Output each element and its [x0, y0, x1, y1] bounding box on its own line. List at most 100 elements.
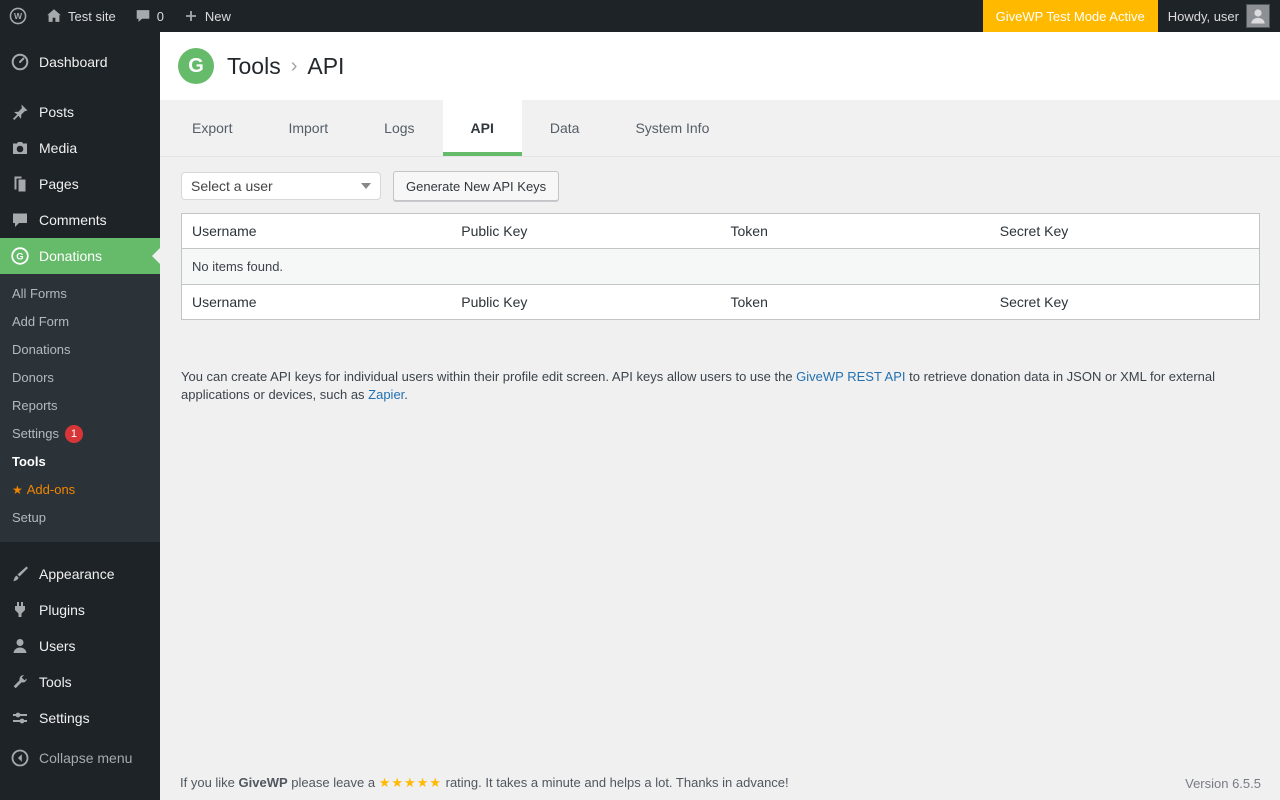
tab-export[interactable]: Export: [164, 100, 260, 156]
avatar: [1246, 4, 1270, 28]
sidebar-item-users[interactable]: Users: [0, 628, 160, 664]
sidebar-item-settings[interactable]: Settings: [0, 700, 160, 736]
sidebar-item-plugins[interactable]: Plugins: [0, 592, 160, 628]
pages-icon: [14, 176, 26, 192]
generate-api-keys-button[interactable]: Generate New API Keys: [393, 171, 560, 201]
submenu-item-label: Setup: [12, 510, 46, 525]
table-empty-row: No items found.: [182, 249, 1259, 284]
tab-label: Logs: [384, 120, 415, 136]
appearance-icon: [13, 566, 28, 582]
plus-icon: [185, 11, 196, 21]
page-header: G Tools › API: [160, 32, 1280, 100]
media-icon: [13, 142, 27, 154]
main-content: G Tools › API Export Import Logs API Dat…: [160, 32, 1280, 800]
submenu-item-donors[interactable]: Donors: [0, 364, 160, 392]
column-header-public-key: Public Key: [461, 294, 528, 310]
site-name-label: Test site: [68, 8, 116, 24]
collapse-menu-label: Collapse menu: [39, 750, 133, 766]
sidebar-item-media[interactable]: Media: [0, 130, 160, 166]
sidebar-item-label: Settings: [39, 710, 90, 726]
column-header-secret-key: Secret Key: [999, 223, 1069, 239]
tab-system-info[interactable]: System Info: [607, 100, 737, 156]
sidebar-item-posts[interactable]: Posts: [0, 94, 160, 130]
api-description: You can create API keys for individual u…: [181, 368, 1221, 404]
select-user-dropdown[interactable]: Select a user: [181, 172, 381, 200]
tab-data[interactable]: Data: [522, 100, 608, 156]
svg-text:W: W: [14, 11, 23, 21]
comments-menu[interactable]: 0: [125, 0, 173, 32]
submenu-item-reports[interactable]: Reports: [0, 392, 160, 420]
new-menu[interactable]: New: [173, 0, 240, 32]
column-header-username: Username: [192, 294, 257, 310]
menu-separator: [0, 80, 160, 94]
submenu-item-label: Donations: [12, 342, 71, 357]
submenu-item-setup[interactable]: Setup: [0, 504, 160, 532]
tab-import[interactable]: Import: [260, 100, 356, 156]
breadcrumb: Tools › API: [227, 53, 344, 80]
sidebar-item-pages[interactable]: Pages: [0, 166, 160, 202]
tab-api[interactable]: API: [442, 100, 522, 156]
chevron-down-icon: [361, 183, 371, 189]
api-keys-table: Username Public Key Token Secret Key No …: [181, 213, 1260, 320]
submenu-item-label: Tools: [12, 454, 46, 469]
tab-label: Import: [288, 120, 329, 136]
zapier-link[interactable]: Zapier: [368, 387, 404, 402]
sidebar-item-label: Donations: [39, 248, 103, 264]
dashboard-icon: [11, 53, 29, 71]
sidebar-item-dashboard[interactable]: Dashboard: [0, 44, 160, 80]
users-icon: [13, 639, 27, 653]
screen: W Test site 0 New GiveWP Test Mode Activ…: [0, 0, 1280, 800]
admin-bar: W Test site 0 New GiveWP Test Mode Activ…: [0, 0, 1280, 32]
submenu-item-all-forms[interactable]: All Forms: [0, 280, 160, 308]
table-header-row: Username Public Key Token Secret Key: [182, 214, 1259, 249]
column-header-token: Token: [730, 223, 768, 239]
select-user-value: Select a user: [191, 178, 273, 194]
site-name-menu[interactable]: Test site: [36, 0, 125, 32]
submenu-item-label: Donors: [12, 370, 54, 385]
footer-text: rating. It takes a minute and helps a lo…: [442, 775, 789, 790]
submenu-item-label: Reports: [12, 398, 58, 413]
api-toolbar: Select a user Generate New API Keys: [181, 171, 1260, 201]
submenu-item-label: All Forms: [12, 286, 67, 301]
column-header-username: Username: [192, 223, 257, 239]
star-icon: ★: [12, 483, 23, 497]
submenu-item-tools[interactable]: Tools: [0, 448, 160, 476]
plugins-icon: [15, 602, 25, 617]
submenu-item-donations[interactable]: Donations: [0, 336, 160, 364]
admin-menu: Dashboard Posts Media Pages Comments G D…: [0, 32, 160, 776]
givewp-icon: G: [11, 247, 29, 265]
tab-label: Export: [192, 120, 233, 136]
table-footer-row: Username Public Key Token Secret Key: [182, 284, 1259, 319]
sidebar-item-appearance[interactable]: Appearance: [0, 556, 160, 592]
submenu-item-addons[interactable]: ★ Add-ons: [0, 476, 160, 504]
sidebar-item-comments[interactable]: Comments: [0, 202, 160, 238]
tools-tab-bar: Export Import Logs API Data System Info: [160, 100, 1280, 157]
five-star-rating-link[interactable]: ★★★★★: [379, 775, 442, 790]
rating-request: If you like GiveWP please leave a ★★★★★ …: [180, 775, 789, 791]
column-header-public-key: Public Key: [461, 223, 528, 239]
sidebar-item-label: Dashboard: [39, 54, 108, 70]
givewp-test-mode-badge[interactable]: GiveWP Test Mode Active: [982, 0, 1158, 32]
sidebar-item-tools[interactable]: Tools: [0, 664, 160, 700]
submenu-item-settings[interactable]: Settings 1: [0, 420, 160, 448]
comments-count: 0: [156, 8, 164, 24]
givewp-logo-letter: G: [188, 54, 204, 77]
sidebar-item-label: Users: [39, 638, 76, 654]
collapse-arrow-icon: [11, 749, 29, 767]
wordpress-logo-menu[interactable]: W: [0, 0, 36, 32]
sidebar-item-label: Posts: [39, 104, 75, 120]
admin-footer: If you like GiveWP please leave a ★★★★★ …: [180, 775, 1261, 791]
submenu-item-label: Settings: [12, 426, 59, 441]
settings-icon: [13, 712, 27, 724]
account-menu[interactable]: Howdy, user: [1158, 0, 1280, 32]
column-header-token: Token: [730, 294, 768, 310]
breadcrumb-root: Tools: [227, 52, 281, 79]
rest-api-link[interactable]: GiveWP REST API: [796, 369, 905, 384]
sidebar-item-donations[interactable]: G Donations: [0, 238, 160, 274]
sidebar-item-label: Plugins: [39, 602, 85, 618]
collapse-menu-button[interactable]: Collapse menu: [0, 740, 160, 776]
tools-icon: [13, 675, 27, 689]
submenu-item-add-form[interactable]: Add Form: [0, 308, 160, 336]
tab-logs[interactable]: Logs: [356, 100, 442, 156]
breadcrumb-separator-icon: ›: [290, 54, 298, 77]
